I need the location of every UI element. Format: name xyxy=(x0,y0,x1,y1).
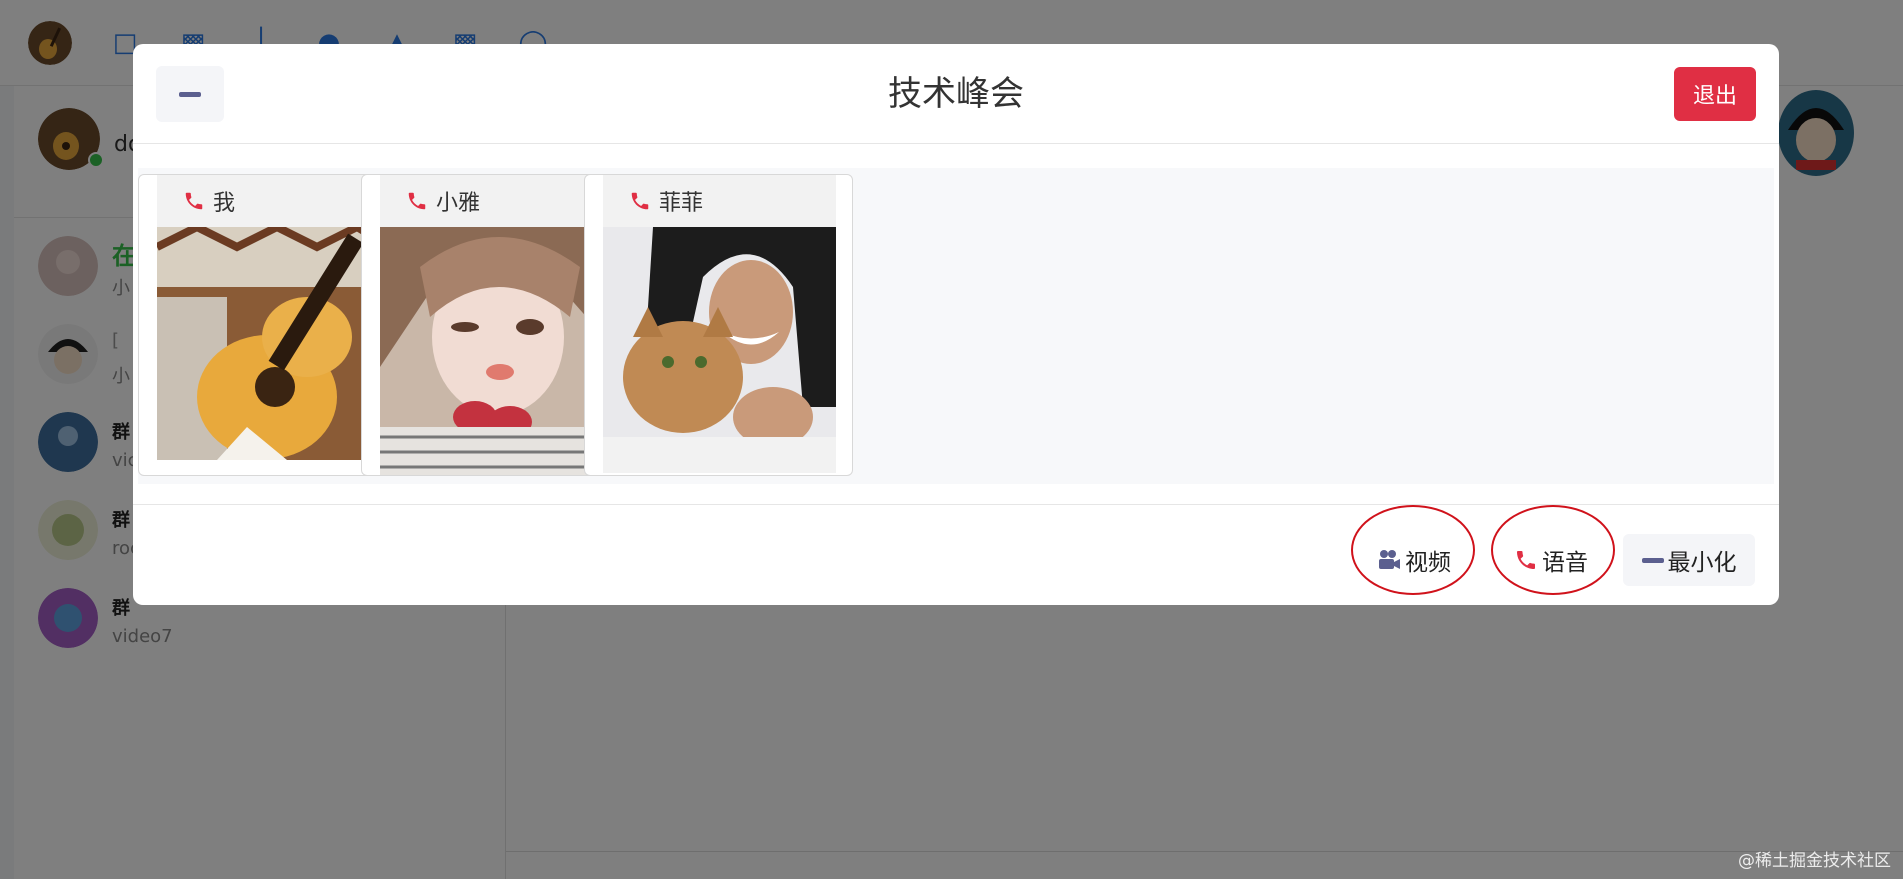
phone-icon xyxy=(1517,551,1535,569)
participant-video xyxy=(380,227,613,475)
participant-name: 小雅 xyxy=(436,191,481,216)
phone-icon xyxy=(185,192,203,210)
modal-footer: 视频 语音 最小化 xyxy=(133,504,1779,605)
participants-grid: 我 小雅 菲菲 xyxy=(138,168,1774,484)
minimize-button-label: 最小化 xyxy=(1667,550,1737,576)
participant-header: 菲菲 xyxy=(603,175,836,227)
video-button[interactable]: 视频 xyxy=(1363,534,1465,586)
participant-header: 小雅 xyxy=(380,175,613,227)
modal-title: 技术峰会 xyxy=(888,74,1024,114)
participant-name: 我 xyxy=(213,191,236,216)
participant-name: 菲菲 xyxy=(659,191,704,216)
voice-button-label: 语音 xyxy=(1542,550,1588,576)
exit-button[interactable]: 退出 xyxy=(1674,67,1756,121)
video-camera-icon xyxy=(1379,550,1400,569)
participant-video xyxy=(603,227,836,473)
participant-header: 我 xyxy=(157,175,390,227)
phone-icon xyxy=(631,192,649,210)
watermark-text: @稀土掘金技术社区 xyxy=(1738,851,1891,871)
participant-video xyxy=(157,227,390,460)
voice-button[interactable]: 语音 xyxy=(1499,534,1603,586)
minimize-icon xyxy=(1641,557,1664,563)
video-button-label: 视频 xyxy=(1405,550,1451,576)
participant-tile[interactable]: 菲菲 xyxy=(584,174,853,476)
modal-header: 技术峰会 退出 xyxy=(133,44,1779,144)
phone-icon xyxy=(408,192,426,210)
minimize-footer-button[interactable]: 最小化 xyxy=(1623,534,1755,586)
conference-modal: 技术峰会 退出 我 小雅 菲菲 视频 语音 最小化 xyxy=(133,44,1779,605)
